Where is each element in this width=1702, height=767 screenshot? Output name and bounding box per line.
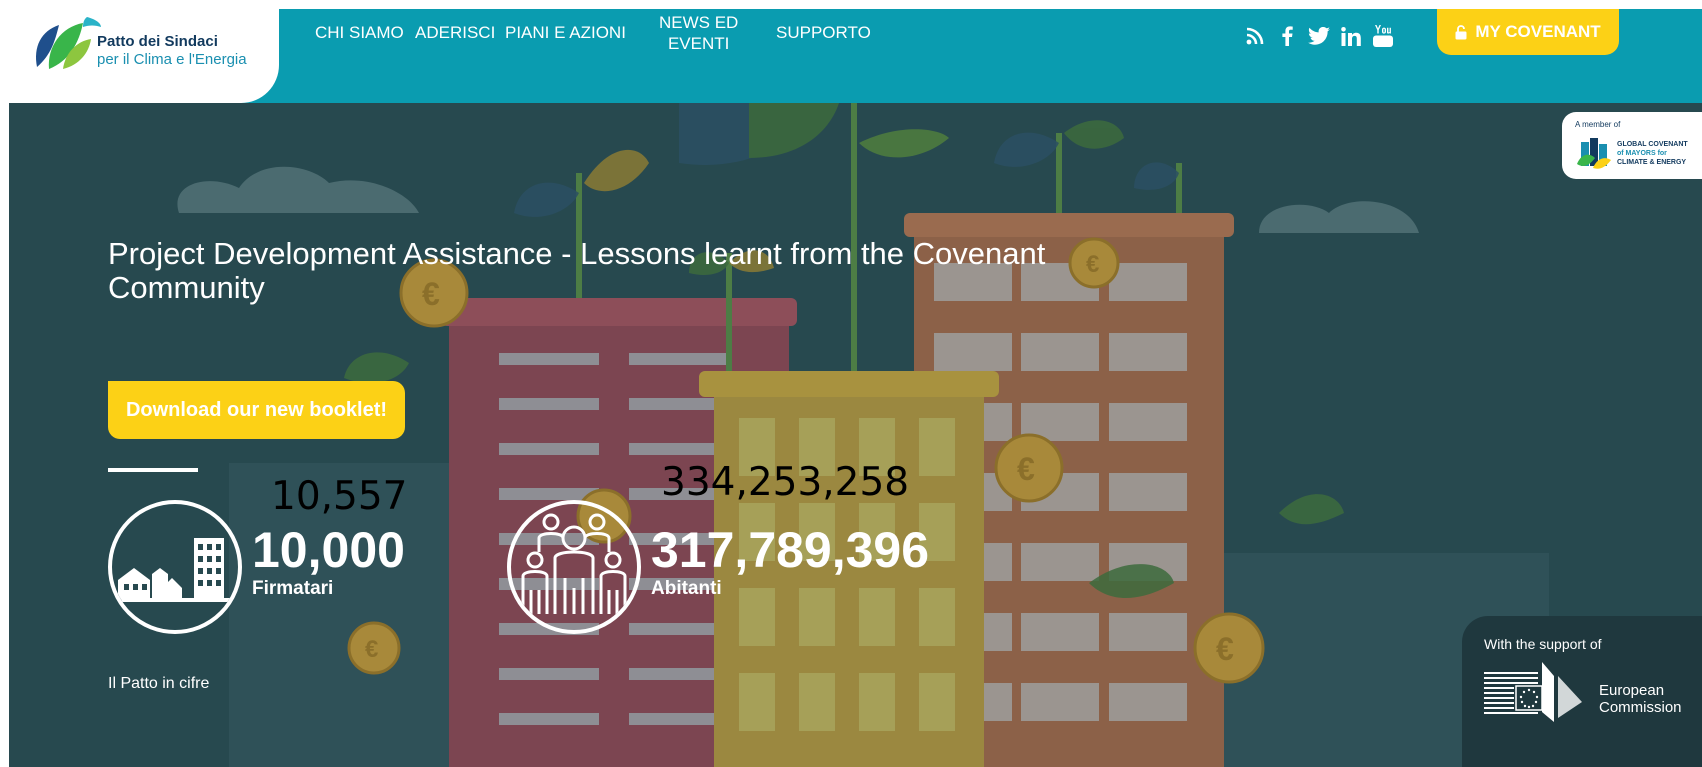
global-covenant-badge[interactable]: A member of GLOBAL COVENANT of MAYORS fo… (1562, 112, 1702, 179)
page: Patto dei Sindaci per il Clima e l'Energ… (9, 9, 1702, 767)
gcom-line3: CLIMATE & ENERGY (1617, 159, 1687, 166)
logo-title: Patto dei Sindaci (97, 33, 218, 50)
member-of-text: A member of (1575, 120, 1621, 129)
signatories-overlay-count: 10,557 (271, 474, 408, 519)
inhabitants-label: Abitanti (651, 578, 722, 599)
nav-aderisci[interactable]: ADERISCI (415, 22, 495, 43)
global-covenant-logo-icon (1577, 138, 1611, 169)
hero-section: € € € € € A member of GLOBAL COVENANT of… (9, 103, 1702, 767)
lock-open-icon (1455, 24, 1467, 39)
signatories-count: 10,000 (252, 522, 405, 578)
section-divider (108, 468, 198, 472)
facebook-icon[interactable] (1273, 21, 1301, 51)
svg-text:€: € (365, 636, 378, 663)
support-text: With the support of (1484, 636, 1602, 652)
nav-chi-siamo[interactable]: CHI SIAMO (315, 22, 404, 43)
my-covenant-label: MY COVENANT (1475, 22, 1601, 41)
gcom-line2: of MAYORS for (1617, 150, 1667, 157)
nav-supporto[interactable]: SUPPORTO (776, 22, 871, 43)
signatories-label: Firmatari (252, 578, 334, 599)
ec-name-line1: European (1599, 682, 1665, 699)
my-covenant-button[interactable]: MY COVENANT (1437, 9, 1619, 55)
leaf-logo-icon (35, 17, 101, 69)
site-logo[interactable]: Patto dei Sindaci per il Clima e l'Energ… (9, 9, 279, 103)
european-commission-badge[interactable]: With the support of European Commission (1462, 616, 1702, 767)
youtube-icon[interactable] (1369, 21, 1397, 51)
nav-news-line1: NEWS ED (659, 13, 739, 32)
svg-text:€: € (1017, 451, 1035, 487)
download-booklet-button[interactable]: Download our new booklet! (108, 381, 405, 439)
patto-in-cifre-link[interactable]: Il Patto in cifre (108, 675, 209, 693)
inhabitants-count: 317,789,396 (651, 522, 930, 578)
nav-piani-e-azioni[interactable]: PIANI E AZIONI (505, 22, 626, 43)
nav-news-ed-eventi[interactable]: NEWS ED EVENTI (659, 12, 738, 54)
global-covenant-text: GLOBAL COVENANT of MAYORS for CLIMATE & … (1617, 140, 1701, 167)
gcom-line1: GLOBAL COVENANT (1617, 141, 1688, 148)
hero-title: Project Development Assistance - Lessons… (108, 236, 1046, 305)
logo-subtitle: per il Clima e l'Energia (97, 51, 247, 68)
rss-icon[interactable] (1241, 21, 1269, 51)
european-commission-name: European Commission (1599, 682, 1682, 716)
inhabitants-overlay-count: 334,253,258 (661, 460, 910, 505)
people-icon (507, 500, 641, 634)
twitter-icon[interactable] (1305, 21, 1333, 51)
nav-news-line2: EVENTI (667, 34, 730, 53)
town-icon (108, 500, 242, 634)
european-commission-logo-icon (1484, 662, 1582, 722)
site-header: Patto dei Sindaci per il Clima e l'Energ… (9, 9, 1702, 103)
ec-name-line2: Commission (1599, 699, 1682, 716)
linkedin-icon[interactable] (1337, 21, 1365, 51)
svg-text:€: € (1216, 631, 1234, 667)
